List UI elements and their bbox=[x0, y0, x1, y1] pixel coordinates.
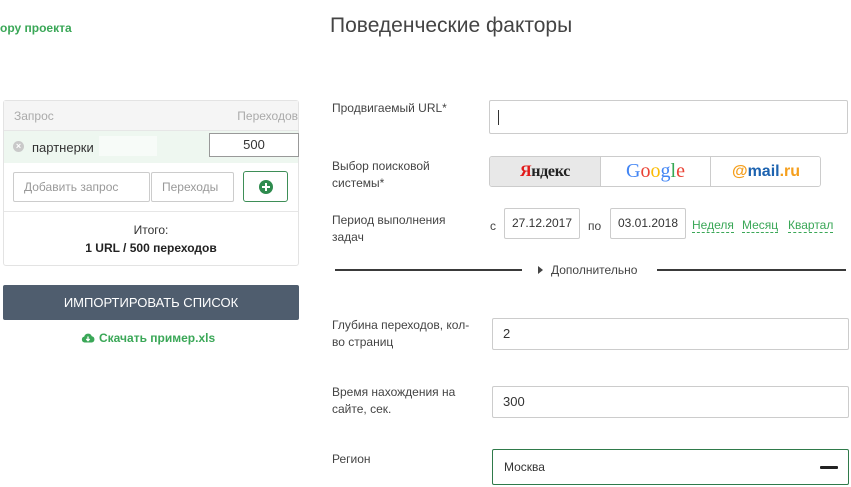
column-header-clicks: Переходов bbox=[237, 109, 298, 123]
period-quarter-link[interactable]: Квартал bbox=[788, 219, 834, 233]
add-clicks-input[interactable] bbox=[151, 172, 234, 202]
import-list-button[interactable]: ИМПОРТИРОВАТЬ СПИСОК bbox=[3, 285, 299, 320]
divider bbox=[4, 211, 298, 212]
date-from-input[interactable]: 27.12.2017 bbox=[504, 208, 580, 239]
page-title: Поведенческие факторы bbox=[330, 14, 573, 37]
time-on-site-label: Время нахождения на сайте, сек. bbox=[332, 385, 456, 416]
add-query-button[interactable] bbox=[243, 171, 288, 202]
engine-mail-button[interactable]: @mail.ru bbox=[711, 157, 820, 186]
text-caret bbox=[498, 110, 499, 125]
depth-label: Глубина переходов, кол-во страниц bbox=[332, 318, 470, 349]
total-value: 1 URL / 500 переходов bbox=[85, 241, 217, 255]
period-month-link[interactable]: Месяц bbox=[742, 219, 779, 233]
download-example-label: Скачать пример.xls bbox=[99, 331, 216, 345]
mail-logo: @mail.ru bbox=[731, 162, 801, 180]
yandex-logo: Яндекс bbox=[519, 162, 571, 180]
period-label: Период выполнения задач bbox=[332, 213, 446, 244]
region-label: Регион bbox=[332, 452, 371, 466]
plus-circle-icon bbox=[259, 180, 273, 194]
divider-line bbox=[335, 269, 522, 271]
engine-google-button[interactable]: Google bbox=[601, 157, 711, 186]
divider-line bbox=[657, 269, 846, 271]
url-input[interactable] bbox=[489, 100, 848, 134]
date-to-prefix: по bbox=[588, 219, 602, 233]
period-week-link[interactable]: Неделя bbox=[692, 219, 734, 233]
google-logo: Google bbox=[626, 160, 685, 182]
triangle-right-icon bbox=[538, 266, 543, 274]
search-engine-selector: Яндекс Google @mail.ru bbox=[489, 156, 821, 187]
date-to-input[interactable]: 03.01.2018 bbox=[610, 208, 686, 239]
add-query-input[interactable] bbox=[13, 172, 150, 202]
cloud-download-icon bbox=[81, 333, 95, 343]
query-blurred-area bbox=[99, 136, 157, 156]
engine-yandex-button[interactable]: Яндекс bbox=[490, 157, 601, 186]
region-select[interactable]: Москва bbox=[492, 449, 849, 485]
dropdown-icon bbox=[820, 466, 838, 469]
query-clicks-input[interactable]: 500 bbox=[209, 133, 299, 157]
region-value: Москва bbox=[504, 460, 545, 474]
remove-query-icon[interactable]: × bbox=[13, 141, 24, 152]
back-to-project-link[interactable]: ору проекта bbox=[0, 21, 72, 35]
time-on-site-input[interactable]: 300 bbox=[492, 386, 849, 418]
url-label: Продвигаемый URL* bbox=[332, 101, 447, 115]
advanced-label: Дополнительно bbox=[551, 263, 638, 277]
query-text: партнерки bbox=[32, 140, 94, 155]
download-example-link[interactable]: Скачать пример.xls bbox=[81, 331, 215, 345]
total-label: Итого: bbox=[133, 223, 169, 237]
search-engine-label: Выбор поисковой системы* bbox=[332, 159, 430, 190]
date-from-prefix: с bbox=[490, 219, 496, 233]
query-panel: Запрос Переходов × партнерки 500 Итого: … bbox=[3, 100, 299, 266]
query-table-header: Запрос Переходов bbox=[4, 101, 298, 131]
depth-input[interactable]: 2 bbox=[492, 318, 849, 350]
table-row: × партнерки 500 bbox=[4, 131, 299, 163]
advanced-toggle[interactable]: Дополнительно bbox=[538, 263, 637, 277]
column-header-query: Запрос bbox=[14, 109, 54, 123]
